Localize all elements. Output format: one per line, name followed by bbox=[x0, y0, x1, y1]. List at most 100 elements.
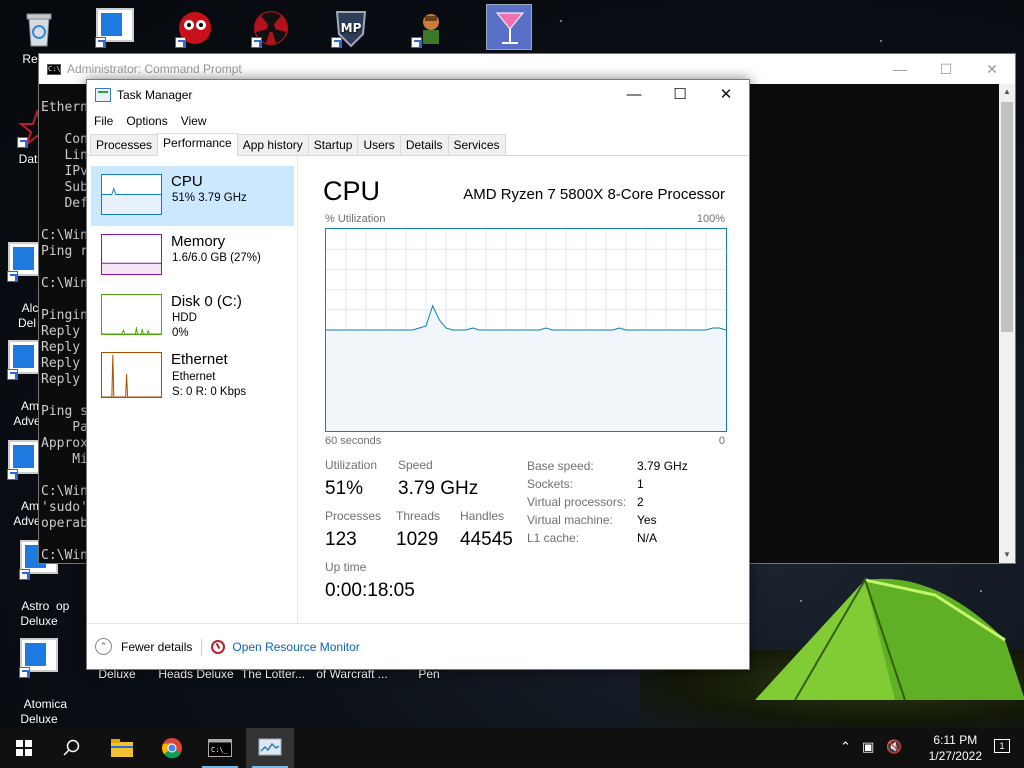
resource-item-cpu[interactable]: CPU 51% 3.79 GHz bbox=[91, 166, 294, 226]
resource-item-ethernet[interactable]: Ethernet Ethernet S: 0 R: 0 Kbps bbox=[91, 346, 294, 412]
resource-name: Disk 0 (C:) bbox=[171, 293, 242, 310]
taskbar-command-prompt[interactable]: C:\_ bbox=[196, 728, 244, 768]
menu-options[interactable]: Options bbox=[126, 114, 167, 128]
cpu-utilization-graph bbox=[325, 228, 727, 432]
scroll-thumb[interactable] bbox=[1001, 102, 1013, 332]
utilization-value: 51% bbox=[325, 478, 364, 499]
tm-titlebar[interactable]: Task Manager — ☐ ✕ bbox=[87, 80, 749, 110]
resource-name: Ethernet bbox=[171, 351, 228, 368]
resource-item-disk[interactable]: Disk 0 (C:) HDD 0% bbox=[91, 286, 294, 346]
desktop-icon-shield[interactable]: MP bbox=[314, 8, 388, 52]
detail-value: 3.79 GHz bbox=[637, 459, 688, 473]
detail-value: N/A bbox=[637, 531, 658, 545]
start-button[interactable] bbox=[0, 728, 48, 768]
search-icon bbox=[63, 739, 80, 756]
taskbar-chrome[interactable] bbox=[148, 728, 196, 768]
detail-key: Sockets: bbox=[527, 477, 574, 491]
time-axis-zero: 0 bbox=[718, 435, 725, 447]
minimize-icon[interactable]: — bbox=[877, 54, 923, 84]
close-icon[interactable]: ✕ bbox=[703, 80, 749, 110]
detail-key: Base speed: bbox=[527, 459, 594, 473]
desktop-icon-cocktail[interactable] bbox=[472, 4, 546, 54]
fewer-details-button[interactable]: Fewer details bbox=[121, 640, 192, 654]
tab-startup[interactable]: Startup bbox=[307, 134, 359, 155]
resource-detail: 0% bbox=[172, 327, 189, 339]
tab-bar: Processes Performance App history Startu… bbox=[87, 133, 749, 156]
desktop-icon-red-creature[interactable] bbox=[158, 8, 232, 52]
network-icon[interactable]: ▣ bbox=[862, 739, 874, 755]
resource-monitor-icon bbox=[211, 639, 226, 654]
uptime-label: Up time bbox=[325, 560, 367, 574]
panel-title: CPU bbox=[323, 176, 381, 206]
resource-detail: Ethernet bbox=[172, 371, 216, 383]
chrome-icon bbox=[162, 738, 182, 759]
threads-value: 1029 bbox=[396, 529, 439, 550]
cmd-title: Administrator: Command Prompt bbox=[67, 62, 242, 76]
windows-logo-icon bbox=[16, 740, 32, 756]
disk-thumbnail-graph bbox=[101, 294, 162, 335]
folder-icon bbox=[111, 739, 133, 757]
close-icon[interactable]: ✕ bbox=[969, 54, 1015, 84]
tab-performance[interactable]: Performance bbox=[157, 133, 238, 156]
detail-key: Virtual processors: bbox=[527, 495, 627, 509]
desktop-icon-character[interactable] bbox=[394, 8, 468, 52]
resource-list: CPU 51% 3.79 GHz Memory 1.6/6.0 GB (27%)… bbox=[87, 156, 298, 623]
menu-file[interactable]: File bbox=[94, 114, 113, 128]
clock[interactable]: 6:11 PM 1/27/2022 bbox=[929, 732, 982, 764]
task-manager-icon bbox=[95, 88, 111, 102]
desktop-icon-atomica[interactable]: Atomica Deluxe bbox=[2, 608, 76, 728]
minimize-icon[interactable]: — bbox=[611, 80, 657, 110]
detail-key: Virtual machine: bbox=[527, 513, 613, 527]
maximize-icon[interactable]: ☐ bbox=[657, 80, 703, 110]
chevron-up-icon[interactable]: ⌃ bbox=[840, 739, 851, 755]
detail-value: 2 bbox=[637, 495, 644, 509]
memory-thumbnail-graph bbox=[101, 234, 162, 275]
tab-processes[interactable]: Processes bbox=[90, 134, 159, 155]
taskbar-file-explorer[interactable] bbox=[98, 728, 146, 768]
tm-footer: ⌃ Fewer details Open Resource Monitor bbox=[87, 623, 749, 669]
cpu-performance-panel: CPU AMD Ryzen 7 5800X 8-Core Processor %… bbox=[323, 156, 727, 623]
scroll-down-icon[interactable]: ▼ bbox=[999, 547, 1015, 563]
cpu-thumbnail-graph bbox=[101, 174, 162, 215]
resource-detail: HDD bbox=[172, 312, 197, 324]
task-manager-window[interactable]: Task Manager — ☐ ✕ File Options View Pro… bbox=[86, 79, 750, 670]
handles-value: 44545 bbox=[460, 529, 513, 550]
tm-title: Task Manager bbox=[117, 88, 193, 102]
taskbar-task-manager[interactable] bbox=[246, 728, 294, 768]
notifications-icon[interactable]: 1 bbox=[994, 739, 1010, 753]
utilization-axis-label: % Utilization bbox=[325, 213, 386, 225]
threads-label: Threads bbox=[396, 509, 441, 523]
resource-name: Memory bbox=[171, 233, 226, 250]
cmd-icon: C:\ bbox=[47, 63, 61, 75]
volume-muted-icon[interactable]: 🔇 bbox=[886, 739, 902, 755]
speed-label: Speed bbox=[398, 458, 433, 472]
uptime-value: 0:00:18:05 bbox=[325, 580, 415, 601]
search-button[interactable] bbox=[48, 728, 96, 768]
processes-label: Processes bbox=[325, 509, 382, 523]
chevron-up-icon[interactable]: ⌃ bbox=[95, 638, 112, 655]
wallpaper-tent bbox=[755, 577, 1024, 701]
desktop-icon-label: Atomica Deluxe bbox=[20, 697, 68, 726]
menu-bar: File Options View bbox=[87, 110, 749, 132]
tab-users[interactable]: Users bbox=[357, 134, 401, 155]
tab-details[interactable]: Details bbox=[399, 134, 449, 155]
open-resource-monitor-link[interactable]: Open Resource Monitor bbox=[232, 640, 359, 654]
speed-value: 3.79 GHz bbox=[398, 478, 479, 499]
clock-time: 6:11 PM bbox=[933, 733, 978, 747]
detail-value: Yes bbox=[637, 513, 657, 527]
divider bbox=[201, 638, 203, 655]
menu-view[interactable]: View bbox=[181, 114, 207, 128]
shortcut-arrow-icon bbox=[95, 37, 106, 48]
tab-services[interactable]: Services bbox=[447, 134, 506, 155]
processes-value: 123 bbox=[325, 529, 357, 550]
resource-detail: 51% 3.79 GHz bbox=[172, 192, 247, 204]
resource-name: CPU bbox=[171, 173, 203, 190]
cmd-scrollbar[interactable]: ▲ ▼ bbox=[999, 84, 1015, 563]
resource-item-memory[interactable]: Memory 1.6/6.0 GB (27%) bbox=[91, 226, 294, 286]
tab-app-history[interactable]: App history bbox=[236, 134, 309, 155]
scroll-up-icon[interactable]: ▲ bbox=[999, 84, 1015, 100]
desktop-icon-radiation[interactable] bbox=[234, 8, 308, 52]
desktop-icon-app[interactable] bbox=[78, 8, 152, 52]
time-axis-label: 60 seconds bbox=[325, 435, 382, 447]
maximize-icon[interactable]: ☐ bbox=[923, 54, 969, 84]
